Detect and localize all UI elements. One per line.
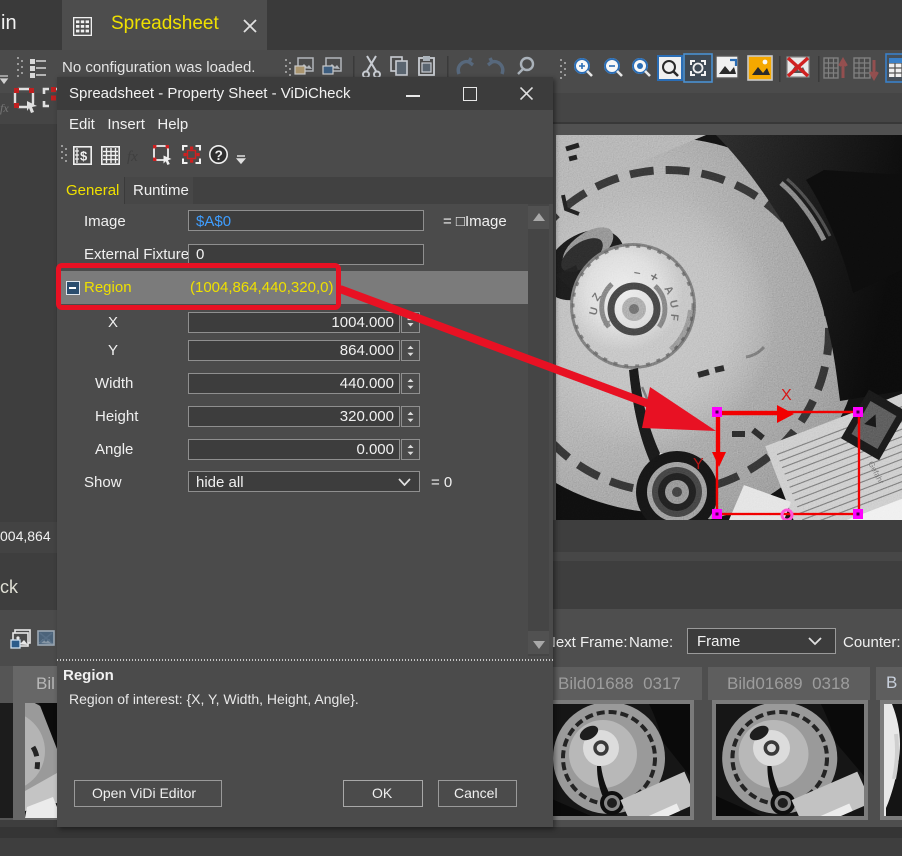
svg-text:fx: fx — [127, 149, 138, 165]
svg-text:$: $ — [80, 149, 88, 164]
svg-text:?: ? — [215, 148, 223, 163]
